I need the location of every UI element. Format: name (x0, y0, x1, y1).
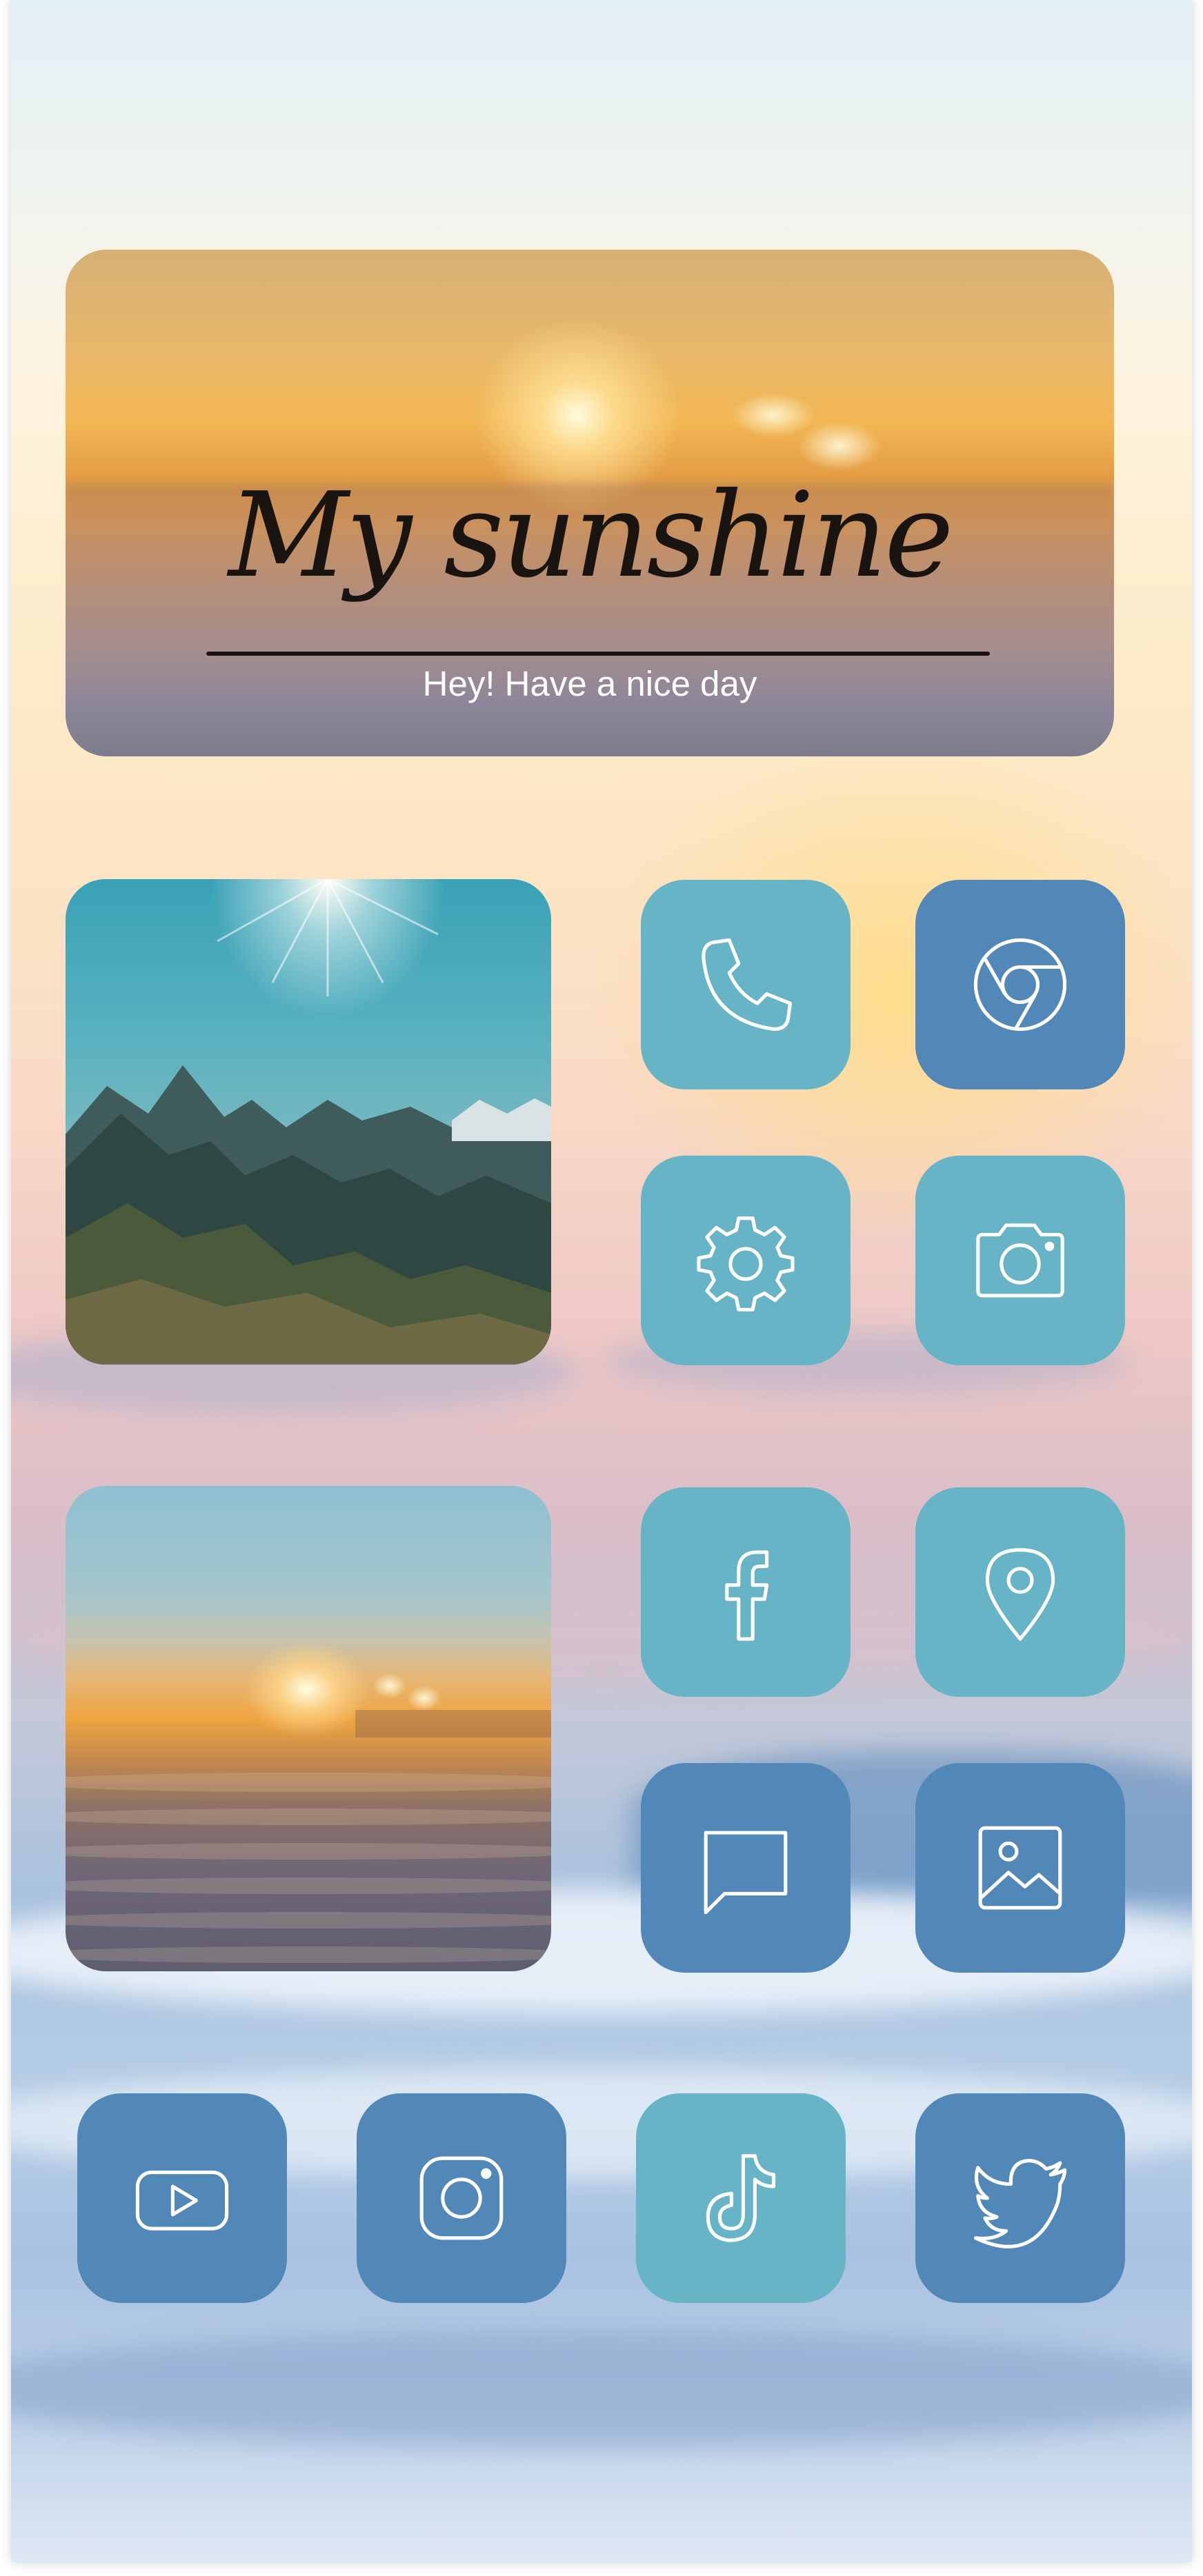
chrome-app[interactable] (915, 880, 1125, 1089)
facebook-icon (725, 1550, 769, 1641)
instagram-app[interactable] (357, 2093, 566, 2303)
widget-subtitle: Hey! Have a nice day (422, 664, 757, 703)
tiktok-app[interactable] (636, 2093, 846, 2303)
camera-icon (976, 1223, 1064, 1298)
settings-app[interactable] (641, 1156, 851, 1365)
title-underline (206, 652, 990, 656)
youtube-icon (135, 2171, 229, 2231)
location-pin-icon (985, 1548, 1055, 1641)
chat-bubble-icon (704, 1831, 788, 1915)
widget-title: My sunshine (228, 467, 954, 604)
twitter-app[interactable] (915, 2093, 1125, 2303)
phone-icon (702, 938, 793, 1032)
messages-app[interactable] (641, 1763, 851, 1973)
image-icon (978, 1826, 1062, 1910)
cloud-sea-illustration (66, 1710, 551, 1963)
camera-app[interactable] (915, 1156, 1125, 1365)
phone-app[interactable] (641, 880, 851, 1089)
sunshine-widget[interactable]: My sunshine Hey! Have a nice day (66, 250, 1114, 756)
youtube-app[interactable] (77, 2093, 287, 2303)
gallery-app[interactable] (915, 1763, 1125, 1973)
facebook-app[interactable] (641, 1487, 851, 1697)
wallpaper-cloud (11, 2331, 1192, 2448)
mountain-photo-widget[interactable] (66, 879, 551, 1365)
chrome-icon (973, 938, 1067, 1032)
twitter-icon (973, 2159, 1067, 2248)
mountain-illustration (66, 879, 551, 1365)
gear-icon (697, 1216, 795, 1311)
instagram-icon (419, 2156, 504, 2240)
sunset-photo-widget[interactable] (66, 1486, 551, 1971)
tiktok-icon (706, 2154, 776, 2242)
maps-app[interactable] (915, 1487, 1125, 1697)
